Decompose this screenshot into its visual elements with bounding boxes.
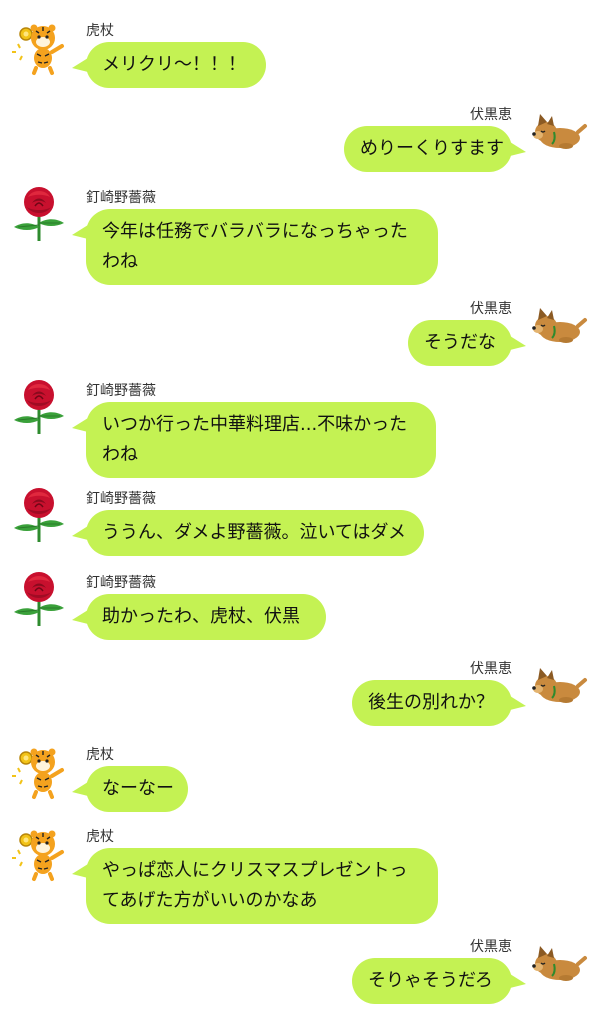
message-text: ううん、ダメよ野薔薇。泣いてはダメ xyxy=(102,522,407,543)
message-bubble[interactable]: 後生の別れか？ xyxy=(352,680,512,726)
message-bubble[interactable]: そりゃそうだろ xyxy=(352,958,512,1004)
dog-icon[interactable] xyxy=(530,934,588,992)
message-bubble[interactable]: いつか行った中華料理店...不味かった わね xyxy=(86,402,436,478)
message-bubble[interactable]: 助かったわ、虎杖、伏黒 xyxy=(86,594,326,640)
dog-icon[interactable] xyxy=(530,656,588,714)
tiger-icon[interactable] xyxy=(10,18,68,76)
sender-name: 虎杖 xyxy=(86,829,114,845)
message-text: わね xyxy=(102,444,138,465)
message-bubble[interactable]: メリクリ〜！！！ xyxy=(86,42,266,88)
message-text: わね xyxy=(102,251,138,272)
sender-name: 釘崎野薔薇 xyxy=(86,491,156,507)
sender-name: 釘崎野薔薇 xyxy=(86,575,156,591)
message-text: 今年は任務でバラバラになっちゃった xyxy=(102,221,408,242)
message-text: てあげた方がいいのかなあ xyxy=(102,890,318,911)
message-text: めりーくりすます xyxy=(360,138,504,159)
sender-name: 伏黒恵 xyxy=(470,939,512,955)
sender-name: 伏黒恵 xyxy=(470,661,512,677)
message-bubble[interactable]: めりーくりすます xyxy=(344,126,512,172)
sender-name: 伏黒恵 xyxy=(470,301,512,317)
message-bubble[interactable]: ううん、ダメよ野薔薇。泣いてはダメ xyxy=(86,510,424,556)
rose-icon[interactable] xyxy=(10,378,68,436)
message-bubble[interactable]: 今年は任務でバラバラになっちゃった わね xyxy=(86,209,438,285)
bubble-tail xyxy=(510,974,526,988)
message-text: やっぱ恋人にクリスマスプレゼントっ xyxy=(102,860,408,881)
message-text: 後生の別れか？ xyxy=(368,692,494,713)
tiger-icon[interactable] xyxy=(10,742,68,800)
message-text: なーなー xyxy=(102,778,174,799)
tiger-icon[interactable] xyxy=(10,824,68,882)
message-text: そりゃそうだろ xyxy=(368,970,493,991)
sender-name: 虎杖 xyxy=(86,747,114,763)
dog-icon[interactable] xyxy=(530,102,588,160)
message-text: 助かったわ、虎杖、伏黒 xyxy=(102,606,300,627)
rose-icon[interactable] xyxy=(10,486,68,544)
message-bubble[interactable]: そうだな xyxy=(408,320,512,366)
rose-icon[interactable] xyxy=(10,570,68,628)
message-bubble[interactable]: やっぱ恋人にクリスマスプレゼントっ てあげた方がいいのかなあ xyxy=(86,848,438,924)
sender-name: 釘崎野薔薇 xyxy=(86,383,156,399)
bubble-tail xyxy=(510,336,526,350)
sender-name: 伏黒恵 xyxy=(470,107,512,123)
dog-icon[interactable] xyxy=(530,296,588,354)
sender-name: 虎杖 xyxy=(86,23,114,39)
bubble-tail xyxy=(510,696,526,710)
message-text: いつか行った中華料理店...不味かった xyxy=(102,414,408,435)
message-text: そうだな xyxy=(424,332,496,353)
message-text: メリクリ〜！！！ xyxy=(102,54,246,75)
message-bubble[interactable]: なーなー xyxy=(86,766,188,812)
rose-icon[interactable] xyxy=(10,185,68,243)
sender-name: 釘崎野薔薇 xyxy=(86,190,156,206)
bubble-tail xyxy=(510,142,526,156)
